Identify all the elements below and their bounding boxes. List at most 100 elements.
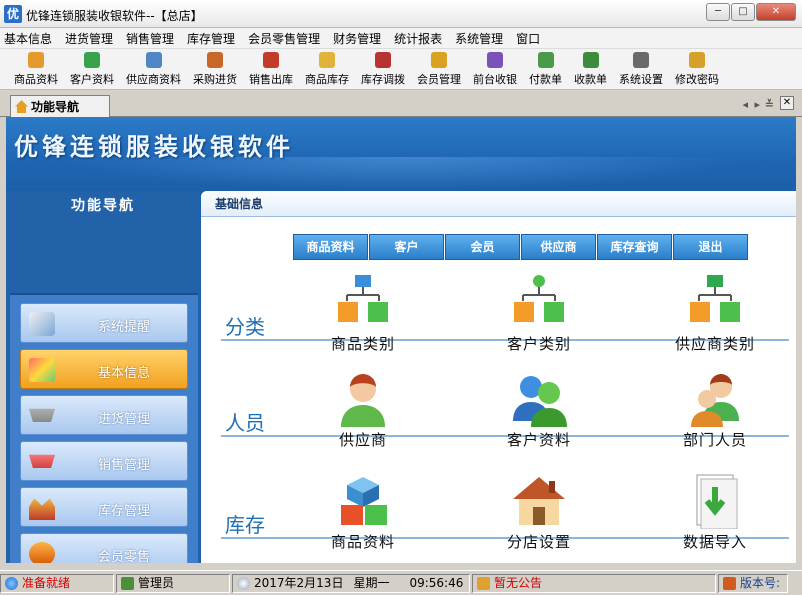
quick-button-3[interactable]: 供应商 xyxy=(521,234,596,260)
toolbar-label: 系统设置 xyxy=(619,71,663,87)
sidebar-item-label: 进货管理 xyxy=(21,408,187,427)
module-0-0[interactable]: 商品类别 xyxy=(293,275,433,354)
tab-label: 功能导航 xyxy=(31,98,79,115)
status-bar: 准备就绪 管理员 2017年2月13日 星期一 09:56:46 暂无公告 版本… xyxy=(0,570,802,595)
app-icon: 优 xyxy=(4,5,22,23)
toolbar-button-1[interactable]: 客户资料 xyxy=(70,49,114,87)
toolbar-label: 会员管理 xyxy=(417,71,461,87)
banner: 优锋连锁服装收银软件 xyxy=(6,117,796,191)
status-notice[interactable]: 暂无公告 xyxy=(472,574,716,593)
toolbar-button-0[interactable]: 商品资料 xyxy=(14,49,58,87)
toolbar-button-7[interactable]: 会员管理 xyxy=(417,49,461,87)
close-button[interactable]: ✕ xyxy=(756,3,796,21)
sidebar-item-3[interactable]: 销售管理 xyxy=(20,441,188,481)
nav-panel: 系统提醒基本信息进货管理销售管理库存管理会员零售 xyxy=(10,295,198,563)
module-2-1[interactable]: 分店设置 xyxy=(469,473,609,552)
data-import-icon xyxy=(687,473,743,529)
boxes-icon xyxy=(319,52,335,68)
toolbar-label: 采购进货 xyxy=(193,71,237,87)
toolbar-label: 付款单 xyxy=(529,71,562,87)
module-label: 数据导入 xyxy=(645,531,785,552)
section-label-1: 人员 xyxy=(225,407,265,436)
toolbar-button-5[interactable]: 商品库存 xyxy=(305,49,349,87)
module-1-0[interactable]: 供应商 xyxy=(293,371,433,450)
menu-inventory[interactable]: 库存管理 xyxy=(187,30,235,47)
quick-button-5[interactable]: 退出 xyxy=(673,234,748,260)
quick-buttons: 商品资料客户会员供应商库存查询退出 xyxy=(293,234,749,260)
product-cubes-icon xyxy=(335,473,391,529)
panel-header: 基础信息 xyxy=(201,191,796,217)
toolbar-label: 商品库存 xyxy=(305,71,349,87)
maximize-button[interactable]: □ xyxy=(731,3,755,21)
toolbar-label: 收款单 xyxy=(574,71,607,87)
version-icon xyxy=(723,577,736,590)
sidebar-item-2[interactable]: 进货管理 xyxy=(20,395,188,435)
home-icon xyxy=(15,100,28,113)
toolbar-button-10[interactable]: 收款单 xyxy=(574,49,607,87)
menu-basic-info[interactable]: 基本信息 xyxy=(4,30,52,47)
sidebar-item-label: 基本信息 xyxy=(21,362,187,381)
tab-close-icon[interactable]: ✕ xyxy=(780,96,794,110)
sidebar-item-5[interactable]: 会员零售 xyxy=(20,533,188,563)
toolbar-button-8[interactable]: 前台收银 xyxy=(473,49,517,87)
toolbar-label: 前台收银 xyxy=(473,71,517,87)
tab-prev-icon[interactable]: ◂ xyxy=(742,98,748,111)
toolbar-label: 商品资料 xyxy=(14,71,58,87)
status-version: 版本号: xyxy=(718,574,788,593)
module-label: 客户资料 xyxy=(469,429,609,450)
sidebar-item-4[interactable]: 库存管理 xyxy=(20,487,188,527)
notice-icon xyxy=(477,577,490,590)
quick-button-0[interactable]: 商品资料 xyxy=(293,234,368,260)
menu-purchase[interactable]: 进货管理 xyxy=(65,30,113,47)
status-ready: 准备就绪 xyxy=(0,574,114,593)
toolbar-button-6[interactable]: 库存调拨 xyxy=(361,49,405,87)
toolbar-button-11[interactable]: 系统设置 xyxy=(619,49,663,87)
module-2-2[interactable]: 数据导入 xyxy=(645,473,785,552)
menu-finance[interactable]: 财务管理 xyxy=(333,30,381,47)
toolbar-button-2[interactable]: 供应商资料 xyxy=(126,49,181,87)
toolbar: 商品资料客户资料供应商资料采购进货销售出库商品库存库存调拨会员管理前台收银付款单… xyxy=(0,48,802,90)
menu-member-retail[interactable]: 会员零售管理 xyxy=(248,30,320,47)
supplier-category-icon xyxy=(687,275,743,331)
banner-title: 优锋连锁服装收银软件 xyxy=(14,127,294,162)
menu-reports[interactable]: 统计报表 xyxy=(394,30,442,47)
toolbar-button-9[interactable]: 付款单 xyxy=(529,49,562,87)
sidebar-item-0[interactable]: 系统提醒 xyxy=(20,303,188,343)
module-label: 分店设置 xyxy=(469,531,609,552)
tab-list-icon[interactable]: ≚ xyxy=(765,98,774,111)
status-datetime: 2017年2月13日 星期一 09:56:46 xyxy=(232,574,470,593)
menu-bar: 基本信息 进货管理 销售管理 库存管理 会员零售管理 财务管理 统计报表 系统管… xyxy=(0,28,802,48)
menu-window[interactable]: 窗口 xyxy=(516,30,540,47)
nav-heading: 功能导航 xyxy=(6,191,200,221)
toolbar-label: 销售出库 xyxy=(249,71,293,87)
toolbar-button-3[interactable]: 采购进货 xyxy=(193,49,237,87)
clock-icon xyxy=(237,577,250,590)
sidebar-item-label: 库存管理 xyxy=(21,500,187,519)
module-2-0[interactable]: 商品资料 xyxy=(293,473,433,552)
module-0-2[interactable]: 供应商类别 xyxy=(645,275,785,354)
quick-button-2[interactable]: 会员 xyxy=(445,234,520,260)
quick-button-1[interactable]: 客户 xyxy=(369,234,444,260)
sidebar-item-1[interactable]: 基本信息 xyxy=(20,349,188,389)
menu-system[interactable]: 系统管理 xyxy=(455,30,503,47)
settings-icon xyxy=(633,52,649,68)
receipt-icon xyxy=(583,52,599,68)
title-bar: 优 优锋连锁服装收银软件--【总店】 ─ □ ✕ xyxy=(0,0,802,28)
toolbar-label: 修改密码 xyxy=(675,71,719,87)
module-label: 客户类别 xyxy=(469,333,609,354)
module-label: 供应商类别 xyxy=(645,333,785,354)
minimize-button[interactable]: ─ xyxy=(706,3,730,21)
tab-function-nav[interactable]: 功能导航 xyxy=(10,95,110,117)
sidebar-item-label: 销售管理 xyxy=(21,454,187,473)
status-user: 管理员 xyxy=(116,574,230,593)
menu-sales[interactable]: 销售管理 xyxy=(126,30,174,47)
toolbar-button-12[interactable]: 修改密码 xyxy=(675,49,719,87)
supplier-icon xyxy=(146,52,162,68)
toolbar-button-4[interactable]: 销售出库 xyxy=(249,49,293,87)
module-1-2[interactable]: 部门人员 xyxy=(645,371,785,450)
customer-group-icon xyxy=(511,371,567,427)
module-0-1[interactable]: 客户类别 xyxy=(469,275,609,354)
module-1-1[interactable]: 客户资料 xyxy=(469,371,609,450)
quick-button-4[interactable]: 库存查询 xyxy=(597,234,672,260)
tab-next-icon[interactable]: ▸ xyxy=(754,98,760,111)
